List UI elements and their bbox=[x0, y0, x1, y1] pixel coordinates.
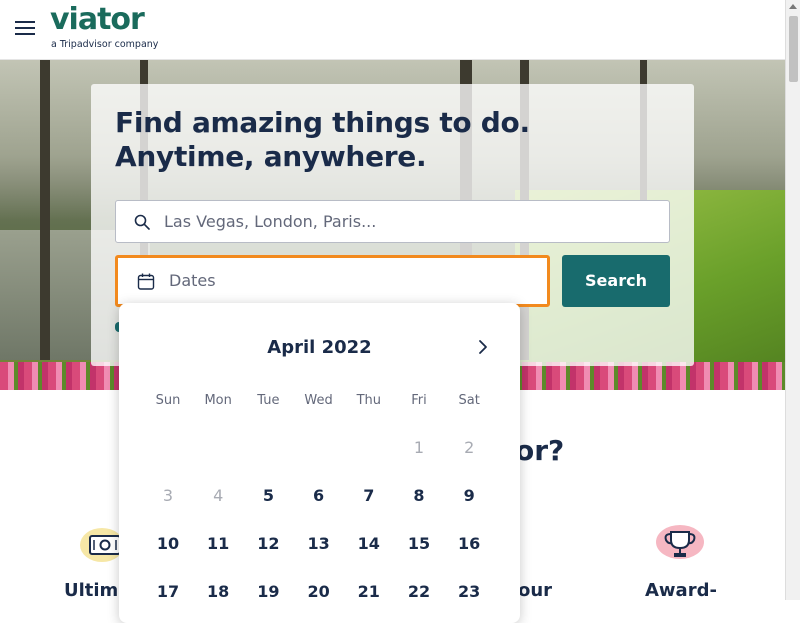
hero-tree bbox=[40, 60, 50, 360]
weekday-label: Mon bbox=[204, 393, 232, 408]
calendar-day[interactable]: 22 bbox=[394, 582, 444, 601]
calendar-day[interactable]: 7 bbox=[344, 486, 394, 505]
calendar-day[interactable]: 9 bbox=[444, 486, 494, 505]
calendar-day[interactable]: 8 bbox=[394, 486, 444, 505]
search-button[interactable]: Search bbox=[562, 255, 670, 307]
logo-tagline: a Tripadvisor company bbox=[51, 39, 159, 50]
calendar-day[interactable]: 12 bbox=[243, 534, 293, 553]
weekday-label: Fri bbox=[411, 393, 427, 408]
search-placeholder: Las Vegas, London, Paris... bbox=[164, 212, 377, 231]
date-picker: April 2022 Sun Mon Tue Wed Thu Fri Sat 1 2 3 4 5 6 7 8… bbox=[119, 303, 520, 623]
calendar-day[interactable]: 18 bbox=[193, 582, 243, 601]
weekday-label: Tue bbox=[257, 393, 280, 408]
calendar-month-title: April 2022 bbox=[267, 337, 372, 358]
feature-label: Award- bbox=[645, 580, 717, 601]
calendar-day[interactable]: 23 bbox=[444, 582, 494, 601]
chevron-right-icon[interactable] bbox=[475, 339, 491, 355]
search-icon bbox=[134, 214, 150, 230]
calendar-day: 3 bbox=[162, 486, 174, 505]
dates-placeholder: Dates bbox=[169, 271, 216, 290]
hero-headline: Find amazing things to do. Anytime, anyw… bbox=[115, 106, 615, 174]
calendar-day[interactable]: 19 bbox=[243, 582, 293, 601]
calendar-day[interactable]: 13 bbox=[294, 534, 344, 553]
calendar-day[interactable]: 15 bbox=[394, 534, 444, 553]
calendar-day: 4 bbox=[213, 486, 224, 505]
viator-logo[interactable]: viator bbox=[50, 2, 145, 37]
calendar-day[interactable]: 5 bbox=[243, 486, 293, 505]
calendar-day[interactable]: 16 bbox=[444, 534, 494, 553]
weekday-label: Sun bbox=[155, 393, 181, 408]
calendar-day: 1 bbox=[413, 438, 425, 457]
calendar-day[interactable]: 17 bbox=[143, 582, 193, 601]
weekday-label: Thu bbox=[356, 393, 381, 408]
calendar-day[interactable]: 10 bbox=[143, 534, 193, 553]
scroll-up-arrow[interactable] bbox=[789, 4, 797, 9]
calendar-day[interactable]: 11 bbox=[193, 534, 243, 553]
section-title: or? bbox=[515, 434, 565, 467]
weekday-label: Sat bbox=[458, 393, 480, 408]
dates-input[interactable]: Dates bbox=[115, 255, 550, 307]
headline-line-1: Find amazing things to do. bbox=[115, 106, 530, 139]
calendar-day[interactable]: 21 bbox=[344, 582, 394, 601]
page-scrollbar[interactable] bbox=[785, 0, 800, 600]
site-header: viator a Tripadvisor company bbox=[0, 0, 785, 60]
destination-search-input[interactable]: Las Vegas, London, Paris... bbox=[115, 200, 670, 243]
calendar-day[interactable]: 6 bbox=[294, 486, 344, 505]
feature-label: our bbox=[518, 580, 553, 601]
weekday-label: Wed bbox=[304, 393, 333, 408]
headline-line-2: Anytime, anywhere. bbox=[115, 140, 427, 173]
calendar-icon bbox=[137, 273, 155, 290]
calendar-day: 2 bbox=[464, 438, 475, 457]
calendar-day[interactable]: 20 bbox=[294, 582, 344, 601]
calendar-day[interactable]: 14 bbox=[344, 534, 394, 553]
scroll-thumb[interactable] bbox=[789, 16, 798, 82]
trophy-icon bbox=[656, 525, 704, 559]
menu-icon[interactable] bbox=[15, 21, 35, 35]
